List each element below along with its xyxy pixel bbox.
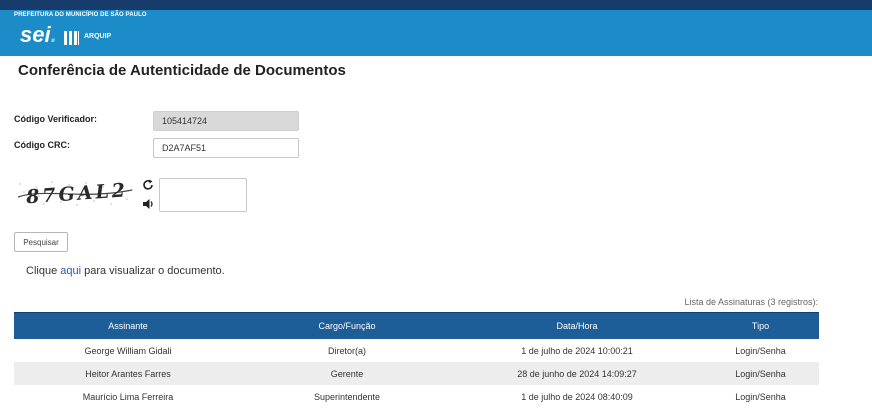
crc-code-field[interactable] [153, 138, 299, 158]
verifier-code-field[interactable] [153, 111, 299, 131]
signer-role: Gerente [242, 362, 452, 385]
signature-type: Login/Senha [702, 385, 819, 408]
arquip-logo-bars [64, 31, 80, 45]
column-header-tipo: Tipo [702, 312, 819, 339]
signatures-table: Assinante Cargo/Função Data/Hora Tipo Ge… [14, 312, 819, 408]
sei-logo: sei. [20, 22, 57, 47]
refresh-icon[interactable] [141, 178, 155, 192]
view-document-link[interactable]: aqui [60, 265, 81, 277]
arquip-logo-text: ARQUIP [84, 33, 112, 40]
search-button[interactable]: Pesquisar [14, 232, 68, 252]
signature-type: Login/Senha [702, 339, 819, 362]
view-document-prefix: Clique [26, 265, 61, 277]
signer-name: George William Gidali [14, 339, 242, 362]
sei-logo-text: sei [20, 22, 51, 47]
government-name: PREFEITURA DO MUNICÍPIO DE SÃO PAULO [14, 12, 147, 18]
captcha-text: 87GAL2 [24, 179, 128, 208]
signature-datetime: 1 de julho de 2024 10:00:21 [452, 339, 702, 362]
app-header: PREFEITURA DO MUNICÍPIO DE SÃO PAULO sei… [0, 0, 872, 56]
captcha-input[interactable] [159, 178, 247, 212]
audio-icon[interactable] [141, 197, 155, 211]
signer-role: Diretor(a) [242, 339, 452, 362]
government-strip [0, 0, 872, 10]
verifier-code-label: Código Verificador: [14, 114, 98, 124]
signer-role: Superintendente [242, 385, 452, 408]
column-header-assinante: Assinante [14, 312, 242, 339]
table-row: George William Gidali Diretor(a) 1 de ju… [14, 339, 819, 362]
captcha-image: 87GAL2 [17, 179, 133, 208]
column-header-cargo: Cargo/Função [242, 312, 452, 339]
table-header-row: Assinante Cargo/Função Data/Hora Tipo [14, 312, 819, 339]
table-row: Maurício Lima Ferreira Superintendente 1… [14, 385, 819, 408]
signer-name: Heitor Arantes Farres [14, 362, 242, 385]
view-document-line: Clique aqui para visualizar o documento. [26, 265, 225, 277]
signer-name: Maurício Lima Ferreira [14, 385, 242, 408]
table-row: Heitor Arantes Farres Gerente 28 de junh… [14, 362, 819, 385]
page-title: Conferência de Autenticidade de Document… [18, 62, 346, 79]
crc-code-label: Código CRC: [14, 140, 70, 150]
signature-datetime: 1 de julho de 2024 08:40:09 [452, 385, 702, 408]
view-document-suffix: para visualizar o documento. [81, 265, 225, 277]
column-header-data-hora: Data/Hora [452, 312, 702, 339]
signatures-caption: Lista de Assinaturas (3 registros): [684, 297, 818, 307]
signature-datetime: 28 de junho de 2024 14:09:27 [452, 362, 702, 385]
signature-type: Login/Senha [702, 362, 819, 385]
